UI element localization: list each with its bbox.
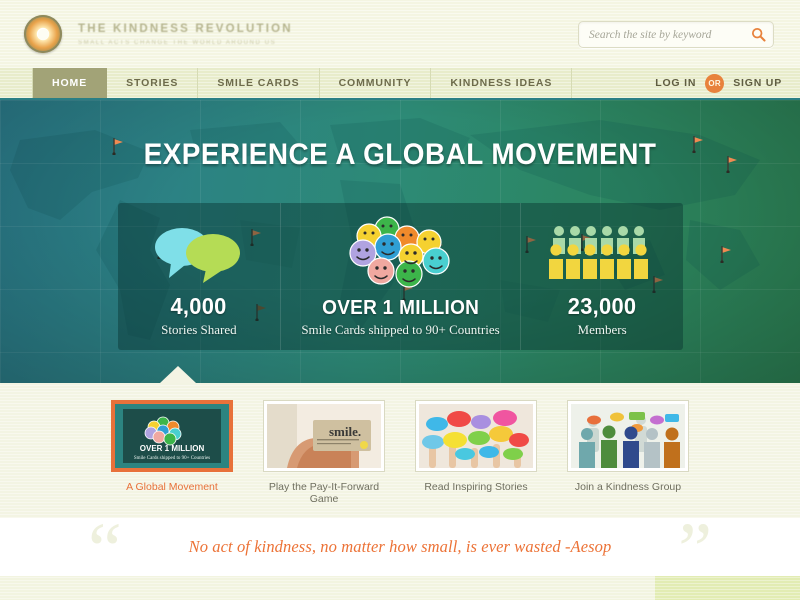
brand-subtitle: SMALL ACTS CHANGE THE WORLD AROUND US	[78, 39, 277, 46]
stat-caption: Members	[577, 322, 627, 337]
thumbnail-global-movement[interactable]: OVER 1 MILLION Smile Cards shipped to 90…	[111, 400, 233, 493]
thumbnail-caption: Play the Pay-It-Forward Game	[268, 481, 380, 505]
map-pin-flag-icon	[720, 246, 731, 263]
site-header: THE KINDNESS REVOLUTION SMALL ACTS CHANG…	[0, 0, 800, 68]
smiley-cluster-icon	[281, 213, 520, 291]
hero-banner: EXPERIENCE A GLOBAL MOVEMENT 4,000 Stori…	[0, 100, 800, 383]
stat-number: 23,000	[567, 293, 637, 319]
thumbnail-frame	[415, 400, 537, 472]
search-icon	[751, 27, 766, 42]
thumbnail-kindness-group[interactable]: Join a Kindness Group	[567, 400, 689, 493]
hero-bottom-notch	[160, 366, 196, 383]
page-root: THE KINDNESS REVOLUTION SMALL ACTS CHANG…	[0, 0, 800, 600]
thumbnail-caption: Read Inspiring Stories	[424, 481, 528, 493]
hero-title: EXPERIENCE A GLOBAL MOVEMENT	[143, 138, 657, 171]
brand-title: THE KINDNESS REVOLUTION	[78, 22, 293, 35]
thumbnail-caption: A Global Movement	[126, 481, 218, 493]
svg-text:Smile Cards shipped to 90+ Cou: Smile Cards shipped to 90+ Countries	[134, 456, 210, 461]
quote-text: No act of kindness, no matter how small,…	[188, 537, 612, 556]
smile-card-photo-thumb: smile.	[267, 404, 381, 468]
speech-bubbles-icon	[118, 213, 280, 291]
stat-caption: Smile Cards shipped to 90+ Countries	[301, 322, 500, 337]
stat-card-members: 23,000 Members	[521, 203, 683, 350]
footer-strip-right	[655, 576, 800, 600]
quote-banner: “ No act of kindness, no matter how smal…	[0, 512, 800, 588]
search-input[interactable]	[579, 28, 743, 41]
stat-number: OVER 1 MILLION	[321, 297, 480, 319]
feature-thumbnail-row: OVER 1 MILLION Smile Cards shipped to 90…	[0, 383, 800, 518]
brand[interactable]: THE KINDNESS REVOLUTION SMALL ACTS CHANG…	[0, 15, 293, 53]
brand-text: THE KINDNESS REVOLUTION SMALL ACTS CHANG…	[78, 23, 293, 46]
thumbnail-frame	[567, 400, 689, 472]
nav-item-smile-cards[interactable]: SMILE CARDS	[198, 68, 320, 98]
signup-link[interactable]: SIGN UP	[733, 77, 782, 89]
login-link[interactable]: LOG IN	[655, 77, 696, 89]
stat-card-stories: 4,000 Stories Shared	[118, 203, 281, 350]
thumbnail-inspiring-stories[interactable]: Read Inspiring Stories	[415, 400, 537, 493]
svg-text:OVER 1 MILLION: OVER 1 MILLION	[140, 444, 205, 453]
thumbnail-caption: Join a Kindness Group	[574, 481, 682, 493]
stat-number: 4,000	[170, 293, 227, 319]
svg-text:smile.: smile.	[329, 424, 361, 439]
auth-area: LOG IN OR SIGN UP	[655, 68, 782, 98]
nav-item-stories[interactable]: STORIES	[107, 68, 199, 98]
hero-stat-cards: 4,000 Stories Shared OVER 1 MILLION Smil…	[118, 203, 683, 350]
thumbnail-frame: smile.	[263, 400, 385, 472]
main-navigation: HOME STORIES SMILE CARDS COMMUNITY KINDN…	[0, 68, 800, 100]
nav-item-community[interactable]: COMMUNITY	[320, 68, 432, 98]
global-movement-thumb: OVER 1 MILLION Smile Cards shipped to 90…	[115, 404, 229, 468]
people-group-thumb	[571, 404, 685, 468]
search-box[interactable]	[578, 21, 774, 48]
stat-card-smile-cards: OVER 1 MILLION Smile Cards shipped to 90…	[281, 203, 522, 350]
nav-item-kindness-ideas[interactable]: KINDNESS IDEAS	[431, 68, 573, 98]
search-button[interactable]	[743, 22, 773, 47]
speech-bubbles-photo-thumb	[419, 404, 533, 468]
close-quote-mark: ”	[678, 508, 712, 592]
stat-caption: Stories Shared	[161, 322, 237, 337]
people-crowd-icon	[521, 213, 683, 291]
open-quote-mark: “	[88, 508, 122, 592]
thumbnail-frame: OVER 1 MILLION Smile Cards shipped to 90…	[111, 400, 233, 472]
thumbnail-pay-it-forward[interactable]: smile. Play the Pay-It-Forward Game	[263, 400, 385, 505]
sun-burst-logo-icon	[24, 15, 62, 53]
nav-item-home[interactable]: HOME	[32, 68, 108, 98]
or-badge: OR	[705, 73, 725, 93]
